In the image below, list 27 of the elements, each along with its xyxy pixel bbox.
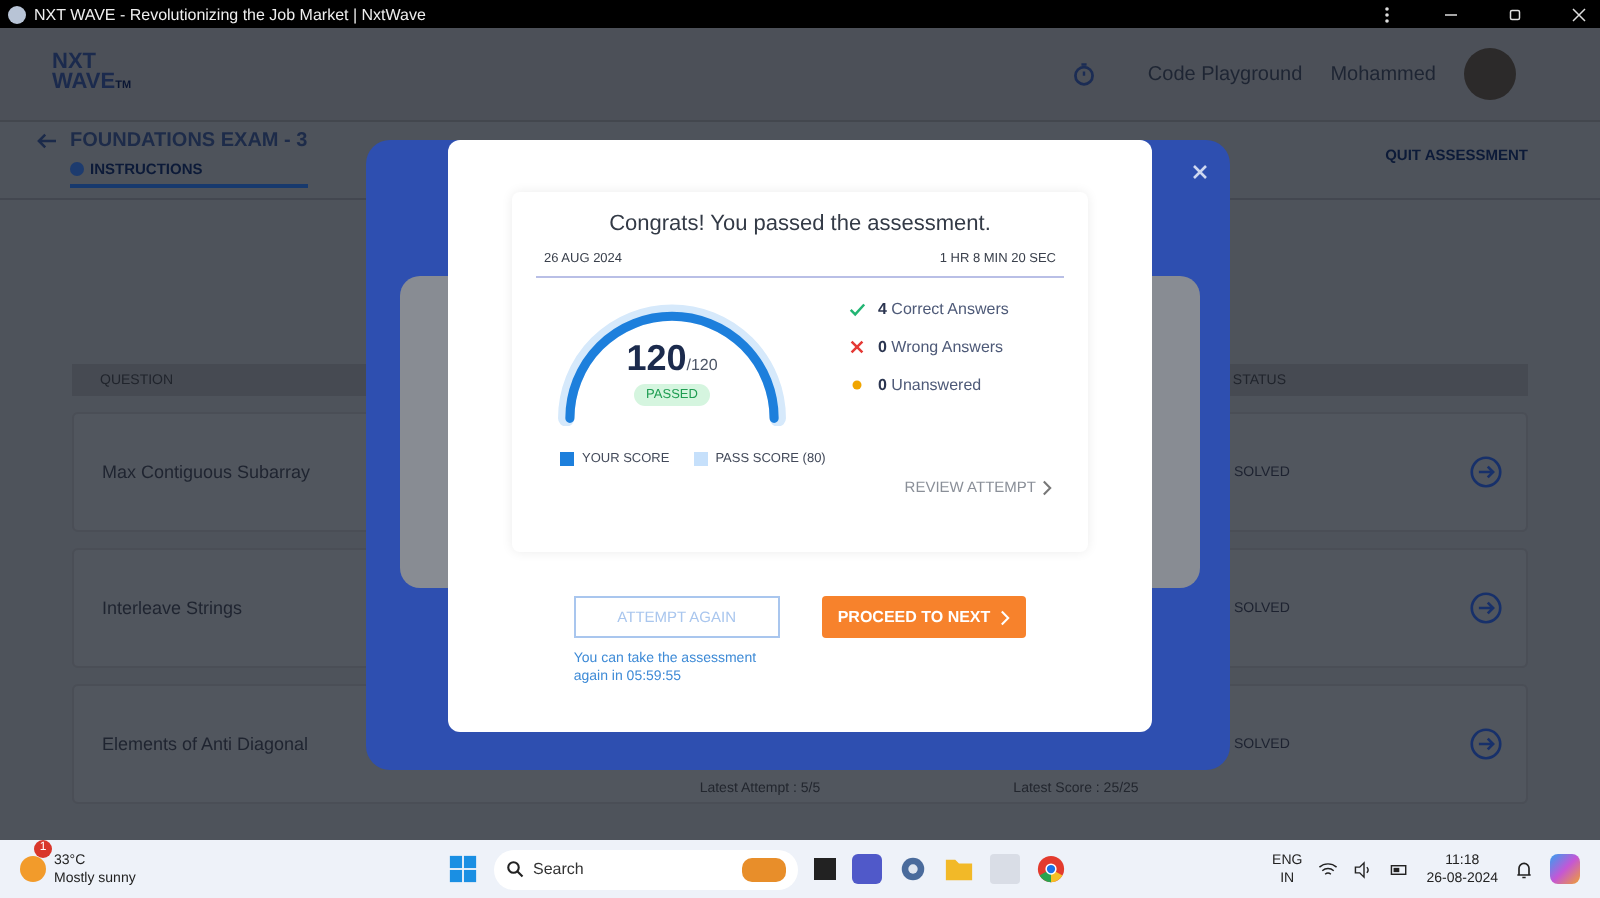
chevron-right-icon [1042, 479, 1052, 495]
check-icon [848, 300, 866, 318]
close-icon[interactable] [1570, 5, 1588, 23]
taskbar-search-field[interactable]: Search [493, 849, 798, 889]
stat-text: 0 Wrong Answers [878, 338, 1004, 356]
speaker-icon[interactable] [1354, 859, 1375, 879]
score-value: 120 [626, 338, 687, 378]
stat-text: 4 Correct Answers [878, 300, 1009, 318]
chrome-icon[interactable] [1035, 854, 1066, 884]
result-heading: Congrats! You passed the assessment. [609, 212, 991, 236]
stat-text: 0 Unanswered [878, 376, 982, 394]
battery-icon[interactable] [1390, 859, 1411, 879]
proceed-to-next-button[interactable]: PROCEED TO NEXT [821, 596, 1027, 638]
restore-icon[interactable] [1506, 5, 1524, 23]
window-title: NXT WAVE - Revolutionizing the Job Market | NxtWave [34, 5, 426, 23]
wifi-icon[interactable] [1318, 859, 1339, 879]
windows-start-icon[interactable] [447, 854, 478, 884]
chevron-right-icon [1000, 609, 1011, 625]
settings-icon[interactable] [897, 854, 928, 884]
globe-icon [8, 5, 26, 23]
copilot-icon[interactable] [1550, 854, 1581, 884]
bell-icon[interactable] [1514, 859, 1535, 879]
search-icon [505, 860, 524, 878]
app-icon[interactable] [813, 858, 836, 880]
max-score: /120 [686, 356, 718, 374]
dot-icon [848, 376, 866, 394]
cross-icon [848, 338, 866, 356]
